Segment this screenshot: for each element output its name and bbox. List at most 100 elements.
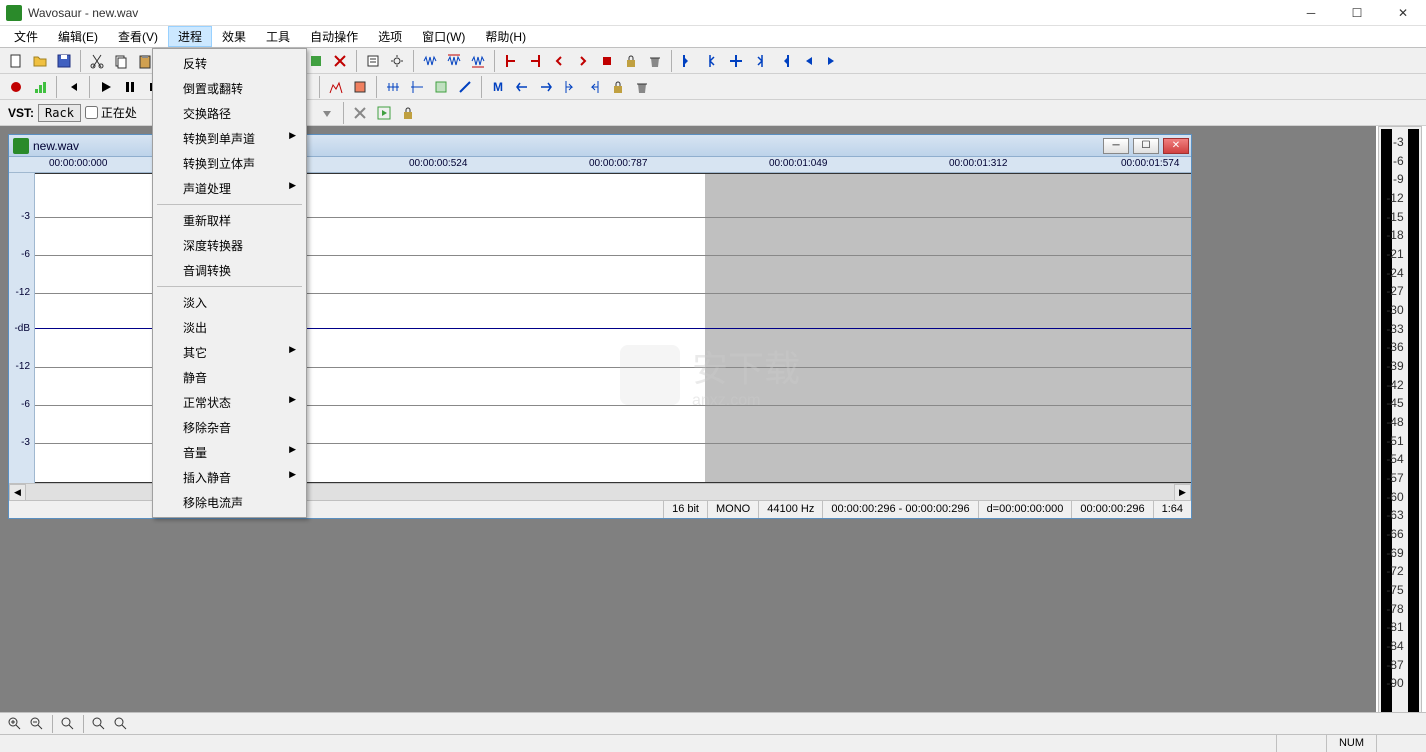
vst-down-icon[interactable]: [316, 102, 338, 124]
tool3-icon[interactable]: [430, 76, 452, 98]
loop-region-icon[interactable]: [596, 50, 618, 72]
menu-mute[interactable]: 静音: [155, 365, 304, 390]
marker-start-icon[interactable]: [677, 50, 699, 72]
marker-end-icon[interactable]: [773, 50, 795, 72]
child-minimize[interactable]: ─: [1103, 138, 1129, 154]
menu-view[interactable]: 查看(V): [108, 26, 168, 47]
menu-fadein[interactable]: 淡入: [155, 290, 304, 315]
time-label: 00:00:01:574: [1121, 158, 1179, 169]
cut-icon[interactable]: [86, 50, 108, 72]
zoom-out-icon[interactable]: [27, 715, 47, 733]
copy-icon[interactable]: [110, 50, 132, 72]
prev-play-icon[interactable]: [797, 50, 819, 72]
menu-help[interactable]: 帮助(H): [475, 26, 536, 47]
tool4-icon[interactable]: [454, 76, 476, 98]
meter-scale: -3-6-9-12-15-18-21-24-27-30-33-36-39-42-…: [1394, 127, 1405, 721]
loop-back-icon[interactable]: [548, 50, 570, 72]
menu-tools[interactable]: 工具: [256, 26, 300, 47]
rack-button[interactable]: Rack: [38, 104, 81, 122]
menu-invert[interactable]: 倒置或翻转: [155, 76, 304, 101]
menu-options[interactable]: 选项: [368, 26, 412, 47]
tool1-icon[interactable]: [382, 76, 404, 98]
vst-lock-icon[interactable]: [397, 102, 419, 124]
loop-fwd-icon[interactable]: [572, 50, 594, 72]
vst-checkbox[interactable]: 正在处: [85, 104, 137, 121]
save-file-icon[interactable]: [53, 50, 75, 72]
lock-loop-icon[interactable]: [620, 50, 642, 72]
menu-insertsilence[interactable]: 插入静音: [155, 465, 304, 490]
child-close[interactable]: ✕: [1163, 138, 1189, 154]
menu-bitdepth[interactable]: 深度转换器: [155, 233, 304, 258]
meter-scale-label: -48: [1386, 415, 1403, 429]
loop-start-icon[interactable]: [500, 50, 522, 72]
menu-fadeout[interactable]: 淡出: [155, 315, 304, 340]
meter-scale-label: -3: [1393, 135, 1404, 149]
wave3-icon[interactable]: [467, 50, 489, 72]
mark-left-icon[interactable]: [511, 76, 533, 98]
new-file-icon[interactable]: [5, 50, 27, 72]
child-maximize[interactable]: ☐: [1133, 138, 1159, 154]
marker-add-icon[interactable]: [725, 50, 747, 72]
mark-right-icon[interactable]: [535, 76, 557, 98]
wave2-icon[interactable]: [443, 50, 465, 72]
lock2-icon[interactable]: [607, 76, 629, 98]
menu-removenoise[interactable]: 移除杂音: [155, 415, 304, 440]
menu-removehum[interactable]: 移除电流声: [155, 490, 304, 515]
menu-pitch[interactable]: 音调转换: [155, 258, 304, 283]
menu-volume[interactable]: 音量: [155, 440, 304, 465]
trash2-icon[interactable]: [631, 76, 653, 98]
delete-icon[interactable]: [329, 50, 351, 72]
spectrum-icon[interactable]: [325, 76, 347, 98]
settings-icon[interactable]: [386, 50, 408, 72]
menu-auto[interactable]: 自动操作: [300, 26, 368, 47]
maximize-button[interactable]: ☐: [1334, 0, 1380, 26]
minimize-button[interactable]: ─: [1288, 0, 1334, 26]
statusbar: NUM: [0, 734, 1426, 752]
menu-other[interactable]: 其它: [155, 340, 304, 365]
zoom-full-icon[interactable]: [89, 715, 109, 733]
menu-process[interactable]: 进程: [168, 26, 212, 47]
m-icon[interactable]: M: [487, 76, 509, 98]
menu-channel[interactable]: 声道处理: [155, 176, 304, 201]
properties-icon[interactable]: [362, 50, 384, 72]
menu-window[interactable]: 窗口(W): [412, 26, 475, 47]
zoom-toolbar: [0, 712, 1426, 734]
mark-out-icon[interactable]: [583, 76, 605, 98]
menu-resample[interactable]: 重新取样: [155, 208, 304, 233]
menu-file[interactable]: 文件: [4, 26, 48, 47]
level-icon[interactable]: [29, 76, 51, 98]
scroll-right[interactable]: ▶: [1174, 484, 1191, 501]
mark-in-icon[interactable]: [559, 76, 581, 98]
zoom-in-icon[interactable]: [5, 715, 25, 733]
record-icon[interactable]: [5, 76, 27, 98]
vst-play-icon[interactable]: [373, 102, 395, 124]
3d-icon[interactable]: [349, 76, 371, 98]
meter-scale-label: -6: [1393, 154, 1404, 168]
zoom-1to1-icon[interactable]: [111, 715, 131, 733]
marker-next-icon[interactable]: [749, 50, 771, 72]
menu-normalize[interactable]: 正常状态: [155, 390, 304, 415]
loop-end-icon[interactable]: [524, 50, 546, 72]
menu-to-stereo[interactable]: 转换到立体声: [155, 151, 304, 176]
zoom-sel-icon[interactable]: [58, 715, 78, 733]
status-pos: 00:00:00:296: [1071, 501, 1152, 518]
menu-effect[interactable]: 效果: [212, 26, 256, 47]
close-button[interactable]: ✕: [1380, 0, 1426, 26]
next-play-icon[interactable]: [821, 50, 843, 72]
open-file-icon[interactable]: [29, 50, 51, 72]
wave1-icon[interactable]: [419, 50, 441, 72]
vst-remove-icon[interactable]: [349, 102, 371, 124]
play-icon[interactable]: [95, 76, 117, 98]
tool2-icon[interactable]: [406, 76, 428, 98]
skip-back-icon[interactable]: [62, 76, 84, 98]
marker-prev-icon[interactable]: [701, 50, 723, 72]
scroll-left[interactable]: ◀: [9, 484, 26, 501]
menu-swap[interactable]: 交换路径: [155, 101, 304, 126]
crop-icon[interactable]: [305, 50, 327, 72]
menu-reverse[interactable]: 反转: [155, 51, 304, 76]
pause-icon[interactable]: [119, 76, 141, 98]
menu-to-mono[interactable]: 转换到单声道: [155, 126, 304, 151]
trash-icon[interactable]: [644, 50, 666, 72]
meter-scale-label: -69: [1386, 546, 1403, 560]
menu-edit[interactable]: 编辑(E): [48, 26, 108, 47]
